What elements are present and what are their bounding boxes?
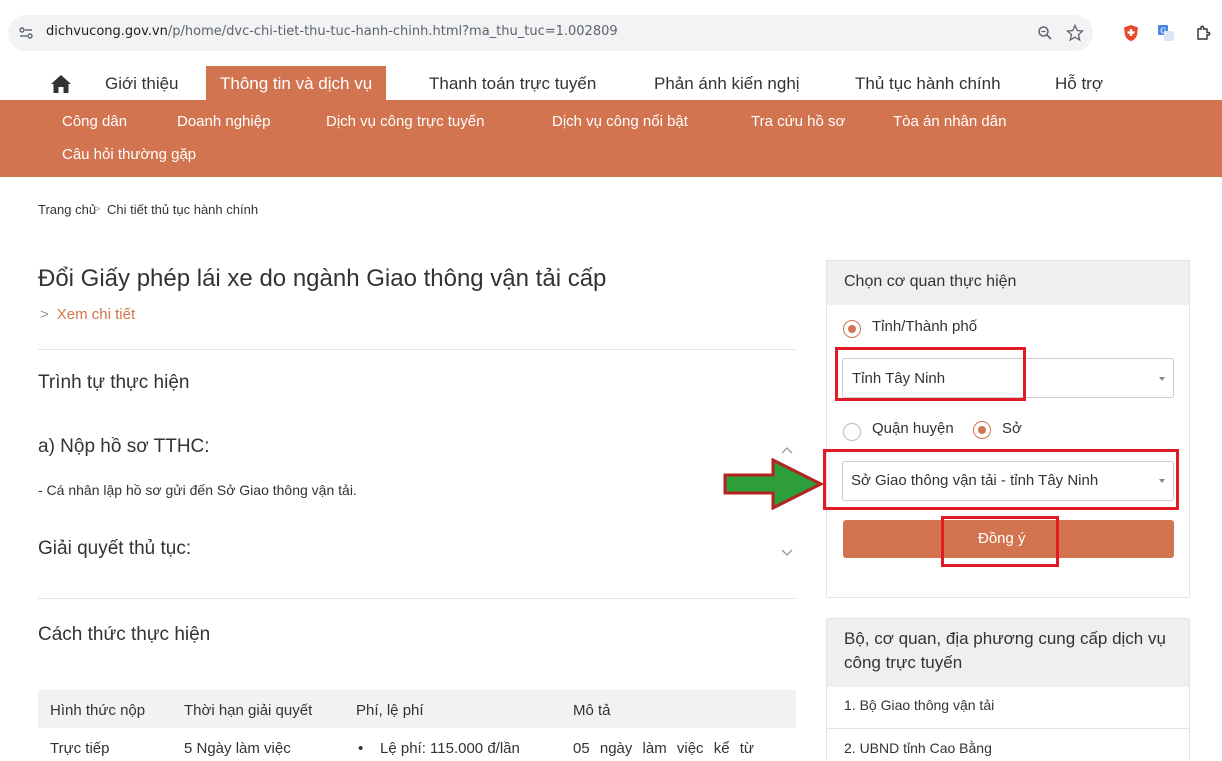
nav-item-gioi-thieu[interactable]: Giới thiệu [105,66,179,100]
table-header-cell: Phí, lệ phí [356,702,424,719]
provider-panel-title: Bộ, cơ quan, địa phương cung cấp dịch vụ… [844,629,1166,672]
radio-district[interactable] [843,423,861,441]
section-sequence-title: Trình tự thực hiện [38,372,190,393]
nav-item-thu-tuc[interactable]: Thủ tục hành chính [855,66,1001,100]
url-host: dichvucong.gov.vn [46,24,168,39]
nav-item-phan-anh[interactable]: Phản ánh kiến nghị [654,66,800,100]
view-detail-link[interactable]: > Xem chi tiết [40,306,135,323]
svg-text:G: G [1160,27,1166,36]
subnav-item-cau-hoi[interactable]: Câu hỏi thường gặp [62,146,196,163]
step-a-text: - Cá nhân lập hồ sơ gửi đến Sở Giao thôn… [38,482,357,498]
radio-department[interactable] [973,421,991,439]
page-title: Đổi Giấy phép lái xe do ngành Giao thông… [38,265,607,292]
radio-province-label: Tỉnh/Thành phố [872,318,978,335]
breadcrumb-separator: > [93,201,101,216]
subnav-item-doanh-nghiep[interactable]: Doanh nghiệp [177,113,270,130]
table-header-cell: Mô tả [573,702,611,719]
green-arrow-icon [723,457,825,511]
nav-item-thanh-toan[interactable]: Thanh toán trực tuyến [429,66,596,100]
subnav-item-cong-dan[interactable]: Công dân [62,113,127,130]
table-cell: Trực tiếp [50,740,110,757]
bookmark-star-icon[interactable] [1064,22,1086,44]
nav-item-thong-tin-dich-vu[interactable]: Thông tin và dịch vụ [206,66,387,100]
view-detail-label: Xem chi tiết [56,306,136,323]
divider [38,598,796,599]
step-a-title[interactable]: a) Nộp hồ sơ TTHC: [38,436,210,458]
chevron-right-icon: > [40,306,49,323]
main-nav [0,66,1222,100]
chevron-down-icon[interactable] [780,544,794,556]
table-header-cell: Hình thức nộp [50,702,146,719]
provider-item[interactable]: 1. Bộ Giao thông vận tải [844,697,994,713]
bullet-icon: • [358,740,364,757]
sub-nav [0,100,1222,177]
table-cell: 5 Ngày làm việc [184,740,291,757]
subnav-item-dvc-noi-bat[interactable]: Dịch vụ công nổi bật [552,113,688,130]
home-icon[interactable] [50,74,72,94]
subnav-item-dvc-truc-tuyen[interactable]: Dịch vụ công trực tuyến [326,113,484,130]
nav-item-ho-tro[interactable]: Hỗ trợ [1055,66,1103,100]
table-cell: Lệ phí: 115.000 đ/lần [380,740,520,757]
url-text[interactable]: dichvucong.gov.vn/p/home/dvc-chi-tiet-th… [46,24,618,39]
section-method-title: Cách thức thực hiện [38,624,211,645]
translate-extension-icon[interactable]: G [1155,22,1177,44]
radio-district-label: Quận huyện [872,420,954,437]
table-cell: 05 ngày làm việc kể từ [573,740,754,757]
breadcrumb-current: Chi tiết thủ tục hành chính [107,202,259,217]
subnav-item-toa-an[interactable]: Tòa án nhân dân [893,113,1006,130]
caret-down-icon [1159,377,1165,381]
chevron-up-icon[interactable] [780,442,794,454]
site-info-icon[interactable] [18,25,34,41]
table-header-cell: Thời hạn giải quyết [184,702,313,719]
zoom-icon[interactable] [1034,22,1056,44]
breadcrumb-home[interactable]: Trang chủ [38,202,96,217]
url-path: /p/home/dvc-chi-tiet-thu-tuc-hanh-chinh.… [167,24,618,39]
highlight-box-province [835,347,1026,401]
step-resolve-title[interactable]: Giải quyết thủ tục: [38,538,191,560]
extensions-icon[interactable] [1192,22,1214,44]
highlight-box-agree [941,516,1059,567]
radio-department-label: Sở [1002,420,1022,437]
shield-extension-icon[interactable] [1120,22,1142,44]
radio-province[interactable] [843,320,861,338]
agency-panel-title: Chọn cơ quan thực hiện [844,273,1017,290]
highlight-box-department [823,449,1179,510]
provider-item[interactable]: 2. UBND tỉnh Cao Bằng [844,740,992,756]
divider [38,349,796,350]
subnav-item-tra-cuu[interactable]: Tra cứu hồ sơ [751,113,845,130]
divider [827,728,1189,729]
